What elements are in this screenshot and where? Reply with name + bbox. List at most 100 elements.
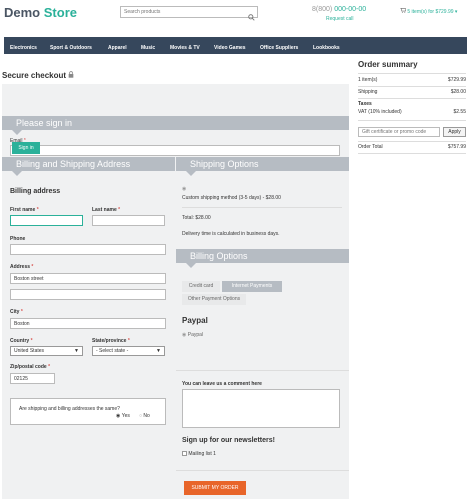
logo[interactable]: Demo Store [4,5,77,20]
nav-item-movies-tv[interactable]: Movies & TV [170,45,200,51]
last-name-field[interactable] [92,215,165,226]
shipping-options-band-title: Shipping Options [190,159,259,169]
cart-summary[interactable]: 5 item(s) for $729.99 ▾ [400,7,458,15]
search-box[interactable] [120,6,258,21]
nav-item-music[interactable]: Music [141,45,155,51]
summary-total-label: Order Total [358,144,383,150]
city-label: City * [10,309,23,315]
radio-selected-icon[interactable]: ◉ [182,332,186,338]
phone-prefix: 8(800) [312,6,333,13]
summary-total-row: Order Total $757.99 [358,144,466,150]
phone-field[interactable] [10,244,166,255]
summary-total-value: $757.99 [447,144,466,150]
first-name-label: First name * [10,207,39,213]
logo-text-demo: Demo [4,5,41,20]
divider [182,207,342,208]
page-title-text: Secure checkout [2,71,67,80]
phone-number: 8(800) 000-00-00 [312,6,366,13]
sign-in-band-title: Please sign in [16,118,73,128]
address-label: Address * [10,264,34,270]
same-address-question: Are shipping and billing addresses the s… [19,406,120,412]
first-name-field[interactable] [10,215,83,226]
phone-label: Phone [10,236,26,242]
sign-in-btn[interactable]: Sign in [12,142,40,154]
radio-selected-icon[interactable]: ◉ [116,413,120,419]
chevron-down-icon: ▼ [74,348,79,354]
chevron-down-icon: ▾ [454,9,458,15]
divider [358,120,466,121]
nav-item-video-games[interactable]: Video Games [214,45,246,51]
mailing-list-option[interactable]: Mailing list 1 [182,451,216,457]
cart-text: 5 item(s) for $729.99 [407,9,454,15]
summary-shipping-row: Shipping $28.00 [358,89,466,95]
billing-shipping-band-title: Billing and Shipping Address [16,159,131,169]
shipping-radio[interactable]: ◉ [182,186,186,192]
same-address-box: Are shipping and billing addresses the s… [10,398,166,425]
state-select[interactable]: - Select state - ▼ [92,346,165,356]
divider [358,141,466,142]
summary-items-row: 1 item(s) $729.99 [358,77,466,83]
search-input[interactable] [121,7,245,17]
submit-order-button[interactable]: SUBMIT MY ORDER [184,481,246,495]
tab-other-payment[interactable]: Other Payment Options [182,294,246,305]
tab-credit-card[interactable]: Credit card [182,281,220,292]
divider [176,370,349,371]
promo-code-input[interactable] [358,127,440,137]
email-field[interactable] [10,145,340,156]
logo-text-store: Store [43,5,77,20]
country-select-value: United States [14,348,45,354]
comment-label: You can leave us a comment here [182,381,262,387]
page-title: Secure checkout [2,71,74,80]
divider [358,153,466,154]
lock-icon [68,71,74,80]
billing-shipping-band: Billing and Shipping Address [2,157,175,176]
nav-item-office-suppliers[interactable]: Office Suppliers [260,45,298,51]
country-label: Country * [10,338,33,344]
paypal-option[interactable]: ◉ Paypal [182,332,203,338]
search-icon[interactable] [248,8,255,26]
zip-field[interactable] [10,373,55,384]
request-call-link[interactable]: Request call [326,16,354,22]
sign-in-band: Please sign in [2,116,349,135]
nav-item-sport-outdoors[interactable]: Sport & Outdoors [50,45,92,51]
state-label: State/province * [92,338,130,344]
address-field[interactable] [10,273,166,284]
country-select[interactable]: United States ▼ [10,346,83,356]
nav-item-electronics[interactable]: Electronics [10,45,37,51]
summary-taxes-label: Taxes [358,101,372,107]
paypal-title: Paypal [182,316,208,325]
city-field[interactable] [10,318,166,329]
divider [176,470,349,471]
comment-textarea[interactable] [182,389,340,428]
billing-options-band: Billing Options [176,249,349,268]
summary-shipping-value: $28.00 [450,89,466,95]
same-address-no[interactable]: ○ No [139,413,150,419]
summary-vat-value: $2.55 [453,109,466,115]
nav-item-lookbooks[interactable]: Lookbooks [313,45,340,51]
summary-items-value: $729.99 [447,77,466,83]
summary-vat-label: VAT (10% included) [358,109,402,115]
same-address-yes[interactable]: ◉ Yes [116,413,130,419]
shipping-total: Total: $28.00 [182,215,211,221]
summary-items-label: 1 item(s) [358,77,378,83]
shipping-method[interactable]: Custom shipping method (3-5 days) - $28.… [182,195,281,201]
last-name-label: Last name * [92,207,121,213]
billing-options-band-title: Billing Options [190,251,248,261]
tab-internet-payments[interactable]: Internet Payments [222,281,282,292]
newsletter-title: Sign up for our newsletters! [182,437,275,444]
shipping-note: Delivery time is calculated in business … [182,231,280,237]
chevron-down-icon: ▼ [156,348,161,354]
summary-vat-row: VAT (10% included) $2.55 [358,109,466,115]
address-line2-field[interactable] [10,289,166,300]
nav-item-apparel[interactable]: Apparel [108,45,127,51]
radio-empty-icon[interactable]: ○ [139,413,142,419]
checkbox-icon[interactable] [182,451,187,457]
apply-button[interactable]: Apply [443,127,466,137]
divider [358,86,466,87]
summary-shipping-label: Shipping [358,89,378,95]
state-select-value: - Select state - [96,348,129,354]
zip-label: Zip/postal code * [10,364,51,370]
divider [358,73,466,74]
billing-address-title: Billing address [10,188,61,195]
shipping-options-band: Shipping Options [176,157,349,176]
